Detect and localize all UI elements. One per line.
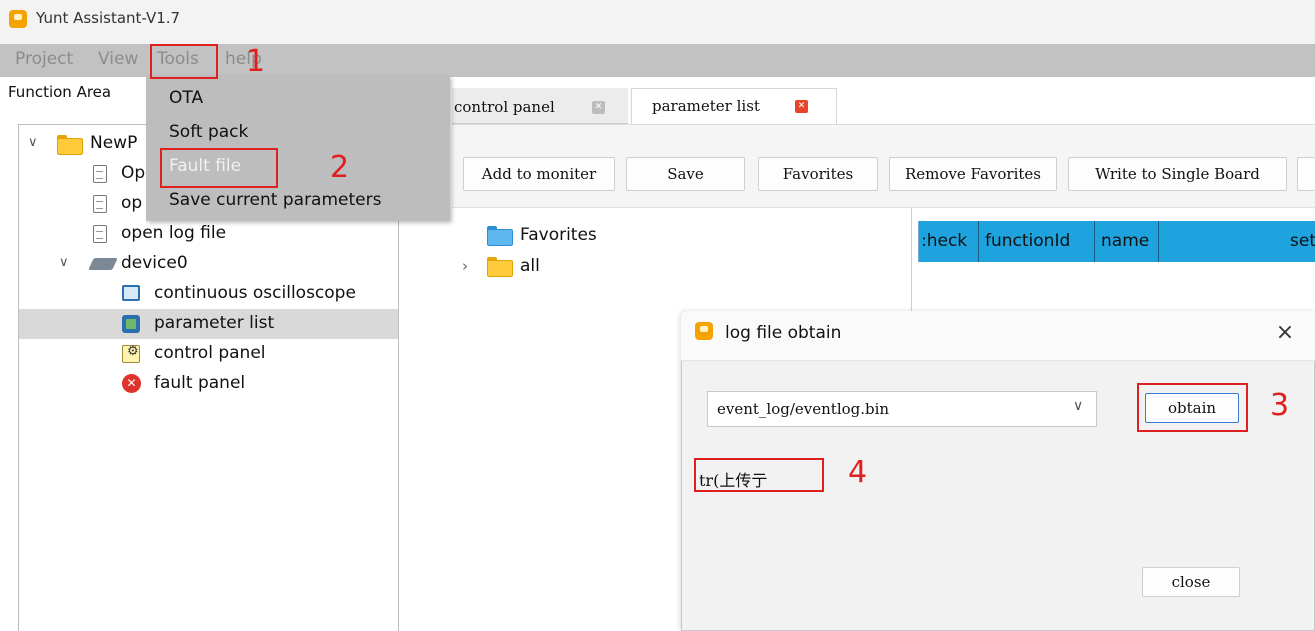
annotation-box-1 xyxy=(150,44,218,79)
app-logo-icon xyxy=(9,10,27,28)
chevron-down-icon[interactable]: ∨ xyxy=(59,255,69,270)
tab-control-panel[interactable]: control panel ✕ xyxy=(452,88,628,124)
annotation-number-2: 2 xyxy=(330,150,350,185)
function-area-label: Function Area xyxy=(8,83,112,101)
document-icon xyxy=(93,225,107,243)
fault-panel-icon: ✕ xyxy=(122,374,141,393)
parameter-table-header: :heck functionId name set xyxy=(918,221,1315,262)
tree-item-label: op xyxy=(121,193,143,213)
column-header-check[interactable]: :heck xyxy=(919,221,979,262)
annotation-number-3: 3 xyxy=(1270,388,1290,423)
write-to-single-board-button[interactable]: Write to Single Board xyxy=(1068,157,1287,191)
tab-label: control panel xyxy=(454,98,555,116)
tree-item-open-log-file[interactable]: open log file xyxy=(19,219,398,249)
favorites-button[interactable]: Favorites xyxy=(758,157,878,191)
parameter-list-icon xyxy=(122,315,140,333)
folder-icon xyxy=(57,135,83,155)
title-bar xyxy=(0,0,1315,44)
device-icon xyxy=(88,258,118,270)
tree-item-label: device0 xyxy=(121,253,188,273)
document-icon xyxy=(93,195,107,213)
folder-icon xyxy=(487,226,513,246)
control-panel-icon xyxy=(122,344,140,363)
close-button[interactable]: close xyxy=(1142,567,1240,597)
tree-item-parameter-list[interactable]: parameter list xyxy=(19,309,398,339)
tree-item-continuous-oscilloscope[interactable]: continuous oscilloscope xyxy=(19,279,398,309)
column-header-functionid[interactable]: functionId xyxy=(979,221,1095,262)
tree-item-label: continuous oscilloscope xyxy=(154,283,356,303)
close-icon[interactable]: ✕ xyxy=(592,101,605,114)
toolbar-overflow-button[interactable] xyxy=(1297,157,1315,191)
param-tree-all[interactable]: › all xyxy=(452,252,910,282)
tree-item-label: parameter list xyxy=(154,313,275,333)
annotation-box-3 xyxy=(1137,383,1248,432)
tree-item-label: control panel xyxy=(154,343,266,363)
tree-item-label: NewP xyxy=(90,133,138,153)
tree-item-label: open log file xyxy=(121,223,227,243)
chevron-down-icon[interactable]: ∨ xyxy=(1073,398,1083,414)
remove-favorites-button[interactable]: Remove Favorites xyxy=(889,157,1057,191)
column-header-set[interactable]: set xyxy=(1159,221,1315,262)
log-file-select-value: event_log/eventlog.bin xyxy=(717,400,890,418)
close-icon[interactable]: × xyxy=(1273,320,1297,345)
close-icon[interactable]: ✕ xyxy=(795,100,808,113)
menu-item-soft-pack[interactable]: Soft pack xyxy=(169,122,248,142)
dialog-title: log file obtain xyxy=(725,323,842,343)
app-logo-icon xyxy=(695,322,713,340)
window-title: Yunt Assistant-V1.7 xyxy=(36,9,181,27)
annotation-box-2 xyxy=(160,148,278,188)
oscilloscope-icon xyxy=(122,285,140,301)
menu-item-ota[interactable]: OTA xyxy=(169,88,203,108)
folder-icon xyxy=(487,257,513,277)
menu-view[interactable]: View xyxy=(98,49,138,69)
column-header-name[interactable]: name xyxy=(1095,221,1159,262)
annotation-number-4: 4 xyxy=(848,455,868,490)
tree-item-label: Favorites xyxy=(520,225,597,245)
tab-parameter-list[interactable]: parameter list ✕ xyxy=(631,88,837,124)
param-tree-favorites[interactable]: Favorites xyxy=(452,222,910,252)
tab-label: parameter list xyxy=(652,97,760,115)
menu-item-save-current-parameters[interactable]: Save current parameters xyxy=(169,190,381,210)
tree-item-device0[interactable]: ∨ device0 xyxy=(19,249,398,279)
save-button[interactable]: Save xyxy=(626,157,745,191)
tree-item-label: fault panel xyxy=(154,373,246,393)
tree-item-control-panel[interactable]: control panel xyxy=(19,339,398,369)
chevron-down-icon[interactable]: ∨ xyxy=(28,135,38,150)
annotation-box-4 xyxy=(694,458,824,492)
annotation-number-1: 1 xyxy=(246,44,266,79)
add-to-monitor-button[interactable]: Add to moniter xyxy=(463,157,615,191)
tree-item-fault-panel[interactable]: ✕ fault panel xyxy=(19,369,398,399)
document-icon xyxy=(93,165,107,183)
tree-item-label: Op xyxy=(121,163,146,183)
tree-item-label: all xyxy=(520,256,540,276)
menu-project[interactable]: Project xyxy=(15,49,73,69)
chevron-right-icon[interactable]: › xyxy=(462,257,468,275)
